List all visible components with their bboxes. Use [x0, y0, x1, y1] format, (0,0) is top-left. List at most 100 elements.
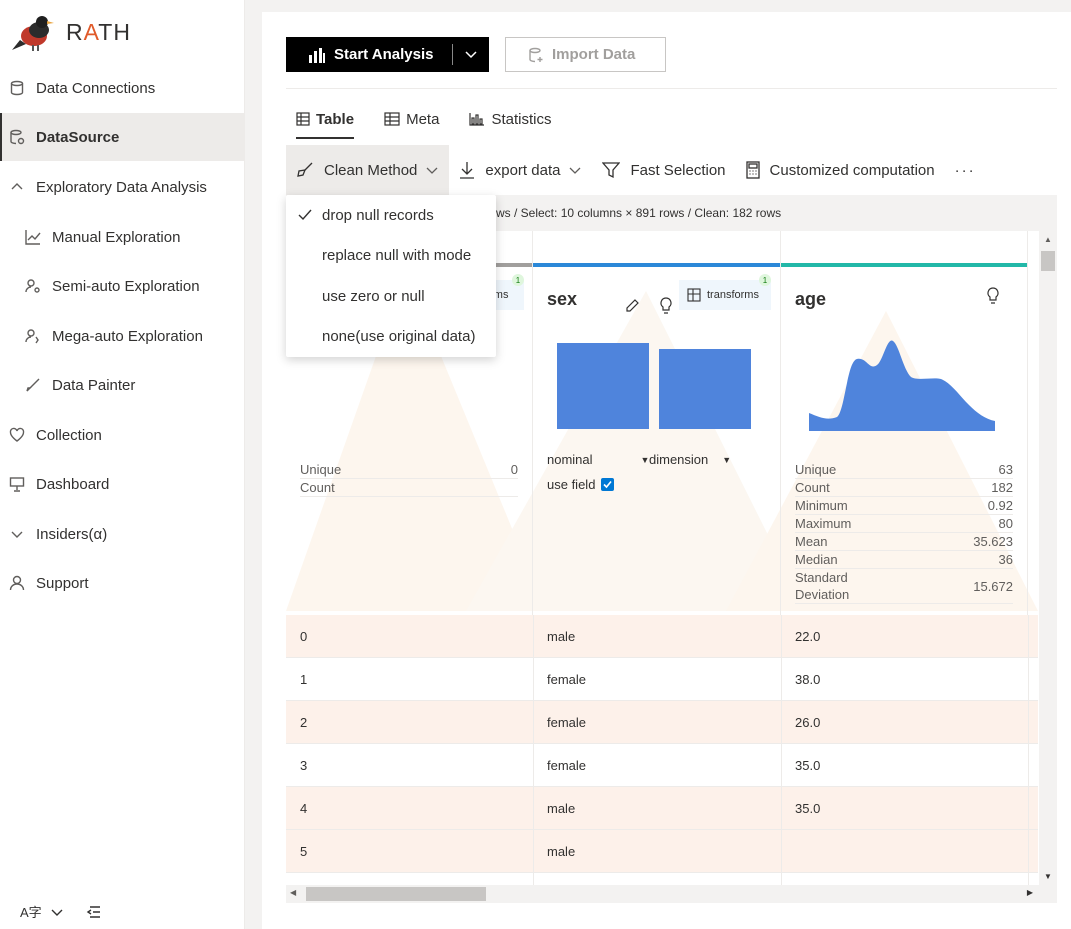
- stat-row: Unique 63: [795, 461, 1013, 479]
- collapse-menu-icon[interactable]: [86, 904, 102, 920]
- person-icon: [8, 574, 26, 592]
- cell-age: 35.0: [795, 801, 821, 816]
- menu-item-label: use zero or null: [322, 287, 425, 305]
- menu-item-use-zero-or-null[interactable]: use zero or null: [286, 276, 496, 316]
- table-row[interactable]: 4 male 35.0: [286, 787, 1038, 830]
- broom-icon: [296, 161, 314, 179]
- table-row[interactable]: 2 female 26.0: [286, 701, 1038, 744]
- cell-id: 3: [300, 758, 308, 773]
- bar-female: [659, 349, 751, 429]
- column-stats: Unique 63 Count 182 Minimum 0.92 Maximum 80 …: [795, 461, 1013, 604]
- horizontal-scrollbar[interactable]: ◀ ▶: [286, 885, 1057, 903]
- cell-id: 1: [300, 672, 308, 687]
- stat-value: 182: [991, 480, 1013, 495]
- export-data-button[interactable]: export data: [449, 145, 592, 195]
- language-icon[interactable]: A字: [20, 902, 42, 921]
- scroll-left-icon[interactable]: ◀: [290, 888, 296, 897]
- more-icon: ···: [954, 161, 976, 179]
- nav-label: Semi-auto Exploration: [52, 277, 200, 295]
- stat-label: Minimum: [795, 498, 848, 513]
- transforms-label: transforms: [707, 289, 759, 301]
- nav-exploratory-data-analysis[interactable]: Exploratory Data Analysis: [0, 163, 245, 211]
- use-field-checkbox[interactable]: use field: [547, 477, 615, 492]
- nav-data-connections[interactable]: Data Connections: [0, 64, 245, 112]
- analytic-type-select[interactable]: dimension ▼: [649, 452, 731, 467]
- start-analysis-button[interactable]: Start Analysis: [286, 37, 489, 72]
- lightbulb-icon[interactable]: [986, 287, 1000, 305]
- stat-row: Minimum 0.92: [795, 497, 1013, 515]
- select-value: nominal: [547, 452, 593, 467]
- tab-statistics[interactable]: Statistics: [469, 102, 551, 136]
- column-header-sex: sex transforms 1 nominal ▼ dimension ▼ u…: [533, 231, 781, 615]
- clean-method-label: Clean Method: [324, 161, 418, 179]
- menu-item-drop-null-records[interactable]: drop null records: [286, 195, 496, 235]
- grid-icon: [384, 112, 400, 126]
- stat-value: 0: [510, 462, 518, 477]
- stat-value: 15.672: [973, 578, 1013, 594]
- scroll-up-icon[interactable]: ▲: [1044, 235, 1052, 244]
- table-row[interactable]: 0 male 22.0: [286, 615, 1038, 658]
- chevron-up-icon: [8, 178, 26, 196]
- stat-row: Maximum 80: [795, 515, 1013, 533]
- clean-method-button[interactable]: Clean Method: [286, 145, 450, 195]
- filter-icon: [602, 161, 621, 179]
- triangle-down-icon: ▼: [722, 454, 732, 465]
- bar-male: [557, 343, 649, 429]
- cell-sex: female: [547, 715, 587, 730]
- column-type-bar: [781, 263, 1027, 267]
- fast-selection-button[interactable]: Fast Selection: [592, 145, 735, 195]
- scroll-down-icon[interactable]: ▼: [1044, 872, 1052, 881]
- table-row[interactable]: 5 male: [286, 830, 1038, 873]
- nav-datasource[interactable]: DataSource: [0, 113, 245, 161]
- stat-label: Median: [795, 552, 838, 567]
- menu-item-label: drop null records: [322, 206, 434, 224]
- table-row[interactable]: 1 female 38.0: [286, 658, 1038, 701]
- nav-data-painter[interactable]: Data Painter: [0, 361, 245, 409]
- data-summary-text: ws / Select: 10 columns × 891 rows / Cle…: [496, 206, 782, 220]
- split-divider: [452, 44, 453, 65]
- menu-item-replace-null-with-mode[interactable]: replace null with mode: [286, 235, 496, 275]
- tab-meta[interactable]: Meta: [384, 102, 439, 136]
- nav-insiders[interactable]: Insiders(α): [0, 510, 245, 558]
- stat-label: Mean: [795, 534, 828, 549]
- stat-label: Count: [300, 480, 335, 495]
- divider: [286, 88, 1057, 89]
- edit-pencil-icon[interactable]: [625, 299, 639, 313]
- lightbulb-icon[interactable]: [659, 297, 673, 315]
- stat-label: Unique: [300, 462, 342, 477]
- view-tabs: Table Meta Statistics: [296, 102, 551, 139]
- nav-manual-exploration[interactable]: Manual Exploration: [0, 213, 245, 261]
- cell-sex: male: [547, 629, 576, 644]
- more-options-button[interactable]: ···: [945, 145, 986, 195]
- nav-label: Data Painter: [52, 376, 136, 394]
- scrollbar-thumb[interactable]: [306, 887, 486, 901]
- nav-semi-auto-exploration[interactable]: Semi-auto Exploration: [0, 262, 245, 310]
- stat-value: 0.92: [987, 498, 1013, 513]
- nav-dashboard[interactable]: Dashboard: [0, 460, 245, 508]
- nav-support[interactable]: Support: [0, 559, 245, 607]
- chevron-down-icon[interactable]: [50, 905, 64, 919]
- tab-table[interactable]: Table: [296, 102, 355, 139]
- chevron-down-icon: [425, 163, 439, 177]
- transforms-button[interactable]: transforms 1: [679, 274, 771, 310]
- semantic-type-select[interactable]: nominal ▼: [547, 452, 649, 467]
- menu-item-none-original-data[interactable]: none(use original data): [286, 316, 496, 356]
- nav-collection[interactable]: Collection: [0, 411, 245, 459]
- stat-value: 80: [998, 516, 1013, 531]
- cell-age: 38.0: [795, 672, 821, 687]
- vertical-scrollbar[interactable]: ▲ ▼: [1039, 231, 1057, 885]
- cell-age: 26.0: [795, 715, 821, 730]
- nav-mega-auto-exploration[interactable]: Mega-auto Exploration: [0, 312, 245, 360]
- column-separator: [781, 615, 782, 885]
- import-data-button[interactable]: Import Data: [505, 37, 666, 72]
- stat-label: Count: [795, 480, 830, 495]
- scroll-right-icon[interactable]: ▶: [1027, 888, 1033, 897]
- checkbox-checked-icon[interactable]: [601, 478, 615, 491]
- customized-computation-button[interactable]: Customized computation: [736, 145, 945, 195]
- heart-icon: [8, 426, 26, 444]
- table-row[interactable]: 3 female 35.0: [286, 744, 1038, 787]
- column-stats: Unique 0 Count: [300, 461, 518, 497]
- scrollbar-thumb[interactable]: [1041, 251, 1055, 271]
- calculator-icon: [745, 161, 760, 179]
- chevron-down-icon[interactable]: [463, 46, 479, 62]
